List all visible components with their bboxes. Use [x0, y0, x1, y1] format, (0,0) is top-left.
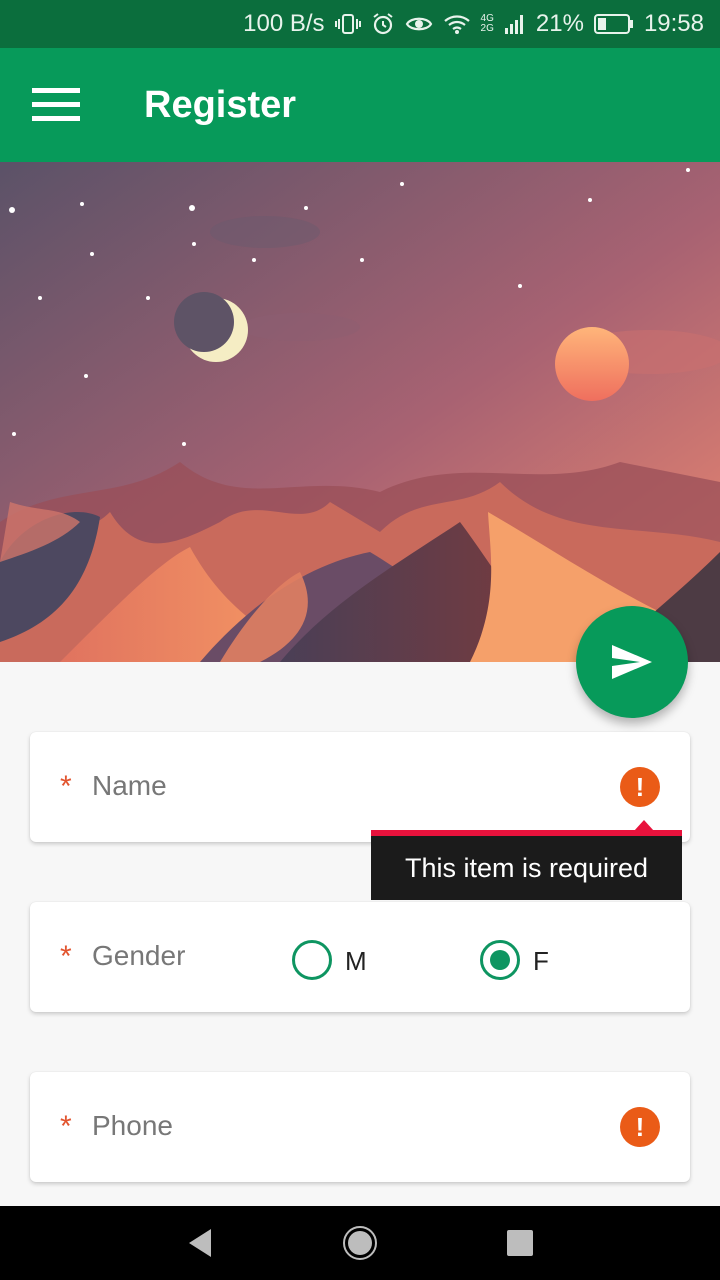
gender-radio-f[interactable] — [480, 940, 520, 980]
status-bar: 100 B/s 4G 2G 21% 19:58 — [0, 0, 720, 48]
clock: 19:58 — [643, 10, 704, 37]
name-field[interactable]: * Name ! — [30, 732, 690, 842]
eye-icon — [405, 14, 433, 34]
gender-radio-m[interactable] — [292, 940, 332, 980]
signal-bars-icon — [504, 13, 526, 35]
gender-option-label[interactable]: M — [345, 946, 367, 977]
submit-fab-button[interactable] — [576, 606, 688, 718]
error-icon[interactable]: ! — [620, 767, 660, 807]
hamburger-icon[interactable] — [0, 48, 112, 162]
net-speed: 100 B/s — [243, 10, 325, 37]
error-tooltip: This item is required — [371, 830, 682, 900]
back-triangle-icon[interactable] — [155, 1206, 245, 1280]
gender-label: Gender — [92, 940, 186, 971]
battery-percent: 21% — [535, 10, 584, 37]
app-bar: Register — [0, 48, 720, 162]
required-mark: * — [60, 1110, 72, 1143]
vibrate-icon — [334, 12, 361, 36]
phone-field[interactable]: * Phone ! — [30, 1072, 690, 1182]
recents-square-icon[interactable] — [475, 1206, 565, 1280]
send-icon — [612, 645, 652, 679]
home-circle-icon[interactable] — [315, 1206, 405, 1280]
alarm-icon — [371, 12, 395, 36]
wifi-icon — [443, 13, 471, 35]
signal-icon: 4G 2G — [480, 13, 494, 34]
page-title: Register — [144, 83, 297, 126]
gender-option-label[interactable]: F — [533, 946, 549, 977]
phone-label: Phone — [92, 1110, 173, 1141]
required-mark: * — [60, 770, 72, 803]
system-nav-bar — [0, 1206, 720, 1280]
name-label: Name — [92, 770, 167, 801]
required-mark: * — [60, 940, 72, 973]
header-illustration — [0, 162, 720, 662]
battery-icon — [593, 13, 634, 35]
gender-field: * Gender M F — [30, 902, 690, 1012]
error-icon[interactable]: ! — [620, 1107, 660, 1147]
